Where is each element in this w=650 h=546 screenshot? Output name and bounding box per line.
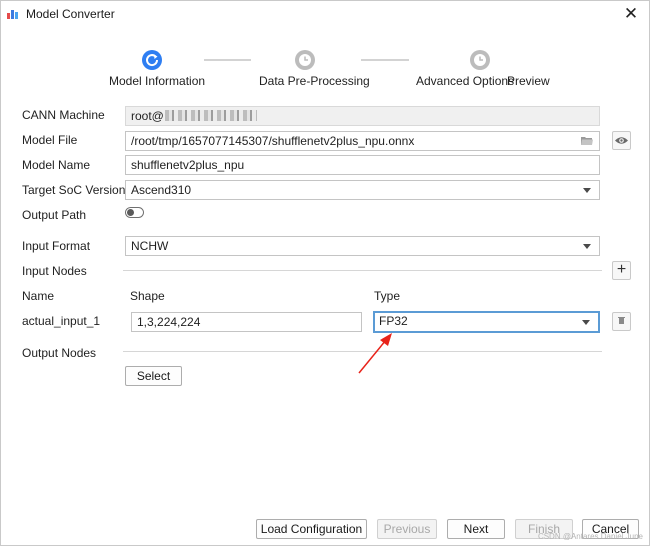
model-name-input[interactable]: shufflenetv2plus_npu xyxy=(125,155,600,175)
window-title: Model Converter xyxy=(26,7,115,21)
cann-machine-value: root@ xyxy=(131,109,164,123)
step-advanced-options-icon xyxy=(470,50,490,70)
title-bar: Model Converter ✕ xyxy=(1,1,649,27)
cann-machine-label: CANN Machine xyxy=(22,108,105,122)
cann-machine-field: root@ xyxy=(125,106,600,126)
model-name-value: shufflenetv2plus_npu xyxy=(131,158,245,172)
step-connector xyxy=(204,59,251,61)
step-label-model-information: Model Information xyxy=(109,74,206,88)
close-icon[interactable]: ✕ xyxy=(621,4,641,24)
node-type-select[interactable]: FP32 xyxy=(373,311,600,333)
step-data-preprocessing-icon xyxy=(295,50,315,70)
watermark: CSDN @Antares Daniel June xyxy=(537,532,643,541)
target-soc-value: Ascend310 xyxy=(131,183,192,197)
chevron-down-icon xyxy=(582,320,590,325)
model-name-label: Model Name xyxy=(22,158,91,172)
output-path-label: Output Path xyxy=(22,208,87,222)
redacted-host xyxy=(164,110,257,121)
next-button[interactable]: Next xyxy=(447,519,505,539)
node-type-value: FP32 xyxy=(379,314,408,328)
step-connector xyxy=(361,59,409,61)
input-format-select[interactable]: NCHW xyxy=(125,236,600,256)
output-path-toggle[interactable] xyxy=(125,207,144,218)
annotation-arrow xyxy=(358,333,392,374)
node-shape-value: 1,3,224,224 xyxy=(137,315,201,329)
chevron-down-icon xyxy=(583,244,591,249)
eye-icon[interactable] xyxy=(612,131,631,150)
output-nodes-label: Output Nodes xyxy=(22,346,97,360)
node-shape-input[interactable]: 1,3,224,224 xyxy=(131,312,362,332)
model-converter-window: Model Converter ✕ Model Information Data… xyxy=(0,0,650,546)
trash-icon xyxy=(618,317,625,324)
folder-icon[interactable] xyxy=(581,136,593,145)
load-configuration-button[interactable]: Load Configuration xyxy=(256,519,367,539)
step-label-advanced-options: Advanced Options xyxy=(416,74,515,88)
column-header-name: Name xyxy=(22,289,55,303)
delete-node-button[interactable] xyxy=(612,312,631,331)
step-label-preview: Preview xyxy=(507,74,550,88)
input-nodes-divider xyxy=(123,270,602,271)
node-name: actual_input_1 xyxy=(22,314,101,328)
column-header-type: Type xyxy=(374,289,401,303)
target-soc-label: Target SoC Version xyxy=(22,183,126,197)
previous-button[interactable]: Previous xyxy=(377,519,437,539)
select-output-nodes-button[interactable]: Select xyxy=(125,366,182,386)
toggle-knob xyxy=(127,209,134,216)
add-input-node-button[interactable]: + xyxy=(612,261,631,280)
input-format-label: Input Format xyxy=(22,239,91,253)
column-header-shape: Shape xyxy=(130,289,165,303)
app-logo-icon xyxy=(7,10,18,19)
step-label-data-preprocessing: Data Pre-Processing xyxy=(259,74,370,88)
model-file-value: /root/tmp/1657077145307/shufflenetv2plus… xyxy=(131,134,415,148)
target-soc-select[interactable]: Ascend310 xyxy=(125,180,600,200)
chevron-down-icon xyxy=(583,188,591,193)
model-file-label: Model File xyxy=(22,133,78,147)
model-file-input[interactable]: /root/tmp/1657077145307/shufflenetv2plus… xyxy=(125,131,600,151)
input-nodes-label: Input Nodes xyxy=(22,264,87,278)
step-model-information-icon xyxy=(142,50,162,70)
input-format-value: NCHW xyxy=(131,239,169,253)
